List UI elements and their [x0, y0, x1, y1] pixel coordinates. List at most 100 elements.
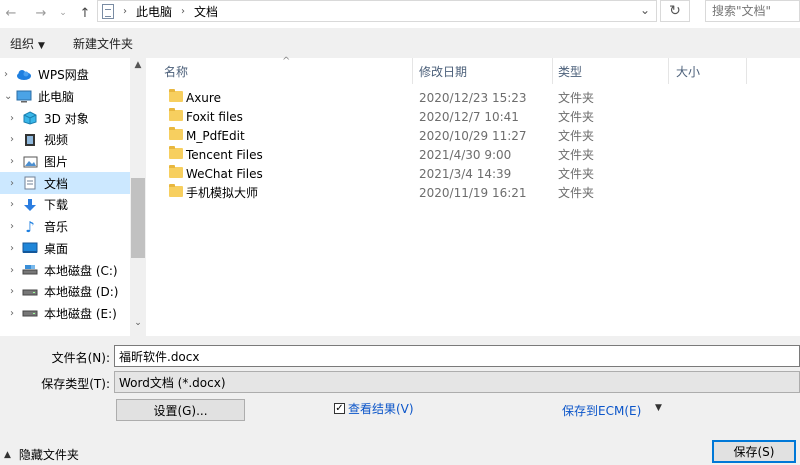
nav-item-music[interactable]: › ♪ 音乐	[0, 216, 130, 238]
file-name: Tencent Files	[186, 147, 263, 162]
file-type: 文件夹	[558, 91, 595, 105]
column-divider[interactable]	[412, 58, 413, 84]
arrow-left-icon: ←	[5, 5, 17, 21]
view-results-label: 查看结果(V)	[348, 402, 414, 416]
up-button[interactable]: ↑	[76, 4, 94, 22]
filetype-select[interactable]: Word文档 (*.docx)	[114, 371, 800, 393]
organize-label: 组织	[10, 36, 35, 51]
chevron-down-icon[interactable]: ⌄	[4, 91, 16, 102]
file-date: 2021/3/4 14:39	[419, 166, 512, 181]
back-button[interactable]: ←	[2, 4, 20, 22]
save-to-ecm-link[interactable]: 保存到ECM(E)	[562, 402, 641, 419]
nav-item-label: 3D 对象	[44, 111, 89, 126]
caret-down-icon: ▼	[38, 40, 45, 51]
nav-item-drive-c[interactable]: › 本地磁盘 (C:)	[0, 259, 130, 281]
file-list: 名称 ^ 修改日期 类型 大小 Axure 2020/12/23 15:23 文…	[146, 56, 800, 336]
file-date: 2021/4/30 9:00	[419, 147, 512, 162]
new-folder-button[interactable]: 新建文件夹	[73, 35, 133, 52]
checkmark-icon: ✓	[334, 403, 345, 414]
nav-item-label: 此电脑	[38, 90, 75, 105]
file-type: 文件夹	[558, 110, 595, 124]
chevron-right-icon[interactable]: ›	[10, 178, 22, 189]
column-header-date[interactable]: 修改日期	[419, 58, 467, 84]
chevron-right-icon[interactable]: ›	[10, 308, 22, 319]
nav-item-drive-d[interactable]: › 本地磁盘 (D:)	[0, 281, 130, 303]
filename-label: 文件名(N):	[51, 351, 110, 365]
scrollbar-thumb[interactable]	[131, 178, 145, 258]
nav-scrollbar[interactable]: ▲ ⌄	[130, 58, 146, 336]
column-header-label: 大小	[676, 64, 701, 79]
file-type: 文件夹	[558, 167, 595, 181]
column-divider[interactable]	[746, 58, 747, 84]
nav-item-label: 本地磁盘 (E:)	[44, 306, 117, 321]
filename-input[interactable]: 福昕软件.docx	[114, 345, 800, 367]
settings-button[interactable]: 设置(G)...	[116, 399, 245, 421]
file-row[interactable]: Tencent Files 2021/4/30 9:00 文件夹	[146, 145, 800, 164]
file-row[interactable]: 手机模拟大师 2020/11/19 16:21 文件夹	[146, 183, 800, 202]
scroll-up-icon[interactable]: ▲	[130, 60, 146, 76]
music-icon: ♪	[25, 217, 35, 236]
nav-item-desktop[interactable]: › 桌面	[0, 238, 130, 260]
nav-item-3d-objects[interactable]: › 3D 对象	[0, 107, 130, 129]
file-row[interactable]: WeChat Files 2021/3/4 14:39 文件夹	[146, 164, 800, 183]
drive-icon	[22, 306, 38, 320]
chevron-right-icon[interactable]: ›	[4, 69, 16, 80]
nav-item-pictures[interactable]: › 图片	[0, 151, 130, 173]
recent-locations-button[interactable]: ⌄	[54, 4, 72, 22]
chevron-right-icon[interactable]: ›	[10, 265, 22, 276]
nav-item-documents[interactable]: › 文档	[0, 172, 130, 195]
file-name: Axure	[186, 90, 221, 105]
column-header-name[interactable]: 名称	[164, 58, 188, 84]
nav-item-downloads[interactable]: › 下载	[0, 194, 130, 216]
chevron-right-icon[interactable]: ›	[10, 134, 22, 145]
forward-button[interactable]: →	[32, 4, 50, 22]
view-results-checkbox[interactable]: ✓ 查看结果(V)	[334, 400, 414, 417]
organize-button[interactable]: 组织 ▼	[10, 35, 45, 52]
drive-icon	[22, 285, 38, 299]
save-button[interactable]: 保存(S)	[712, 440, 796, 463]
chevron-right-icon[interactable]: ›	[10, 243, 22, 254]
nav-item-label: 音乐	[44, 220, 69, 235]
chevron-down-icon: ⌄	[59, 8, 67, 18]
column-divider[interactable]	[668, 58, 669, 84]
address-bar[interactable]: › 此电脑 › 文档 ⌄	[97, 0, 657, 22]
navigation-pane: › WPS网盘 ⌄ 此电脑 › 3D 对象 › 视频 › 图片 › 文档 › 下…	[0, 58, 146, 336]
column-header-type[interactable]: 类型	[558, 58, 582, 84]
cube-icon	[22, 111, 38, 125]
file-row[interactable]: Foxit files 2020/12/7 10:41 文件夹	[146, 107, 800, 126]
file-row[interactable]: Axure 2020/12/23 15:23 文件夹	[146, 88, 800, 107]
nav-item-label: 文档	[44, 176, 69, 191]
document-icon	[22, 176, 38, 190]
chevron-right-icon[interactable]: ›	[10, 221, 22, 232]
nav-item-this-pc[interactable]: ⌄ 此电脑	[0, 86, 130, 108]
chevron-right-icon[interactable]: ›	[10, 156, 22, 167]
caret-up-icon: ▲	[4, 449, 11, 460]
caret-down-icon[interactable]: ▼	[655, 403, 662, 413]
breadcrumb-documents[interactable]: 文档	[194, 3, 218, 20]
chevron-down-icon[interactable]: ⌄	[640, 3, 650, 17]
chevron-right-icon[interactable]: ›	[10, 199, 22, 210]
file-date: 2020/10/29 11:27	[419, 128, 527, 143]
column-header-size[interactable]: 大小	[676, 58, 700, 84]
nav-item-drive-e[interactable]: › 本地磁盘 (E:)	[0, 303, 130, 325]
file-row[interactable]: M_PdfEdit 2020/10/29 11:27 文件夹	[146, 126, 800, 145]
breadcrumb-separator-icon: ›	[181, 5, 186, 17]
scroll-down-icon[interactable]: ⌄	[130, 318, 146, 334]
cloud-icon	[16, 68, 32, 82]
breadcrumb-this-pc[interactable]: 此电脑	[136, 3, 172, 20]
nav-item-videos[interactable]: › 视频	[0, 129, 130, 151]
nav-item-wps-cloud[interactable]: › WPS网盘	[0, 64, 130, 86]
folder-icon	[169, 165, 183, 178]
desktop-icon	[22, 241, 38, 255]
column-divider[interactable]	[552, 58, 553, 84]
file-name: Foxit files	[186, 109, 243, 124]
chevron-right-icon[interactable]: ›	[10, 113, 22, 124]
hide-folders-button[interactable]: ▲ 隐藏文件夹	[4, 446, 79, 463]
file-date: 2020/11/19 16:21	[419, 185, 527, 200]
column-header-label: 修改日期	[419, 64, 468, 79]
file-date: 2020/12/7 10:41	[419, 109, 519, 124]
chevron-right-icon[interactable]: ›	[10, 286, 22, 297]
filetype-label: 保存类型(T):	[41, 377, 110, 391]
search-input[interactable]	[705, 0, 800, 22]
refresh-button[interactable]: ↻	[660, 0, 690, 22]
